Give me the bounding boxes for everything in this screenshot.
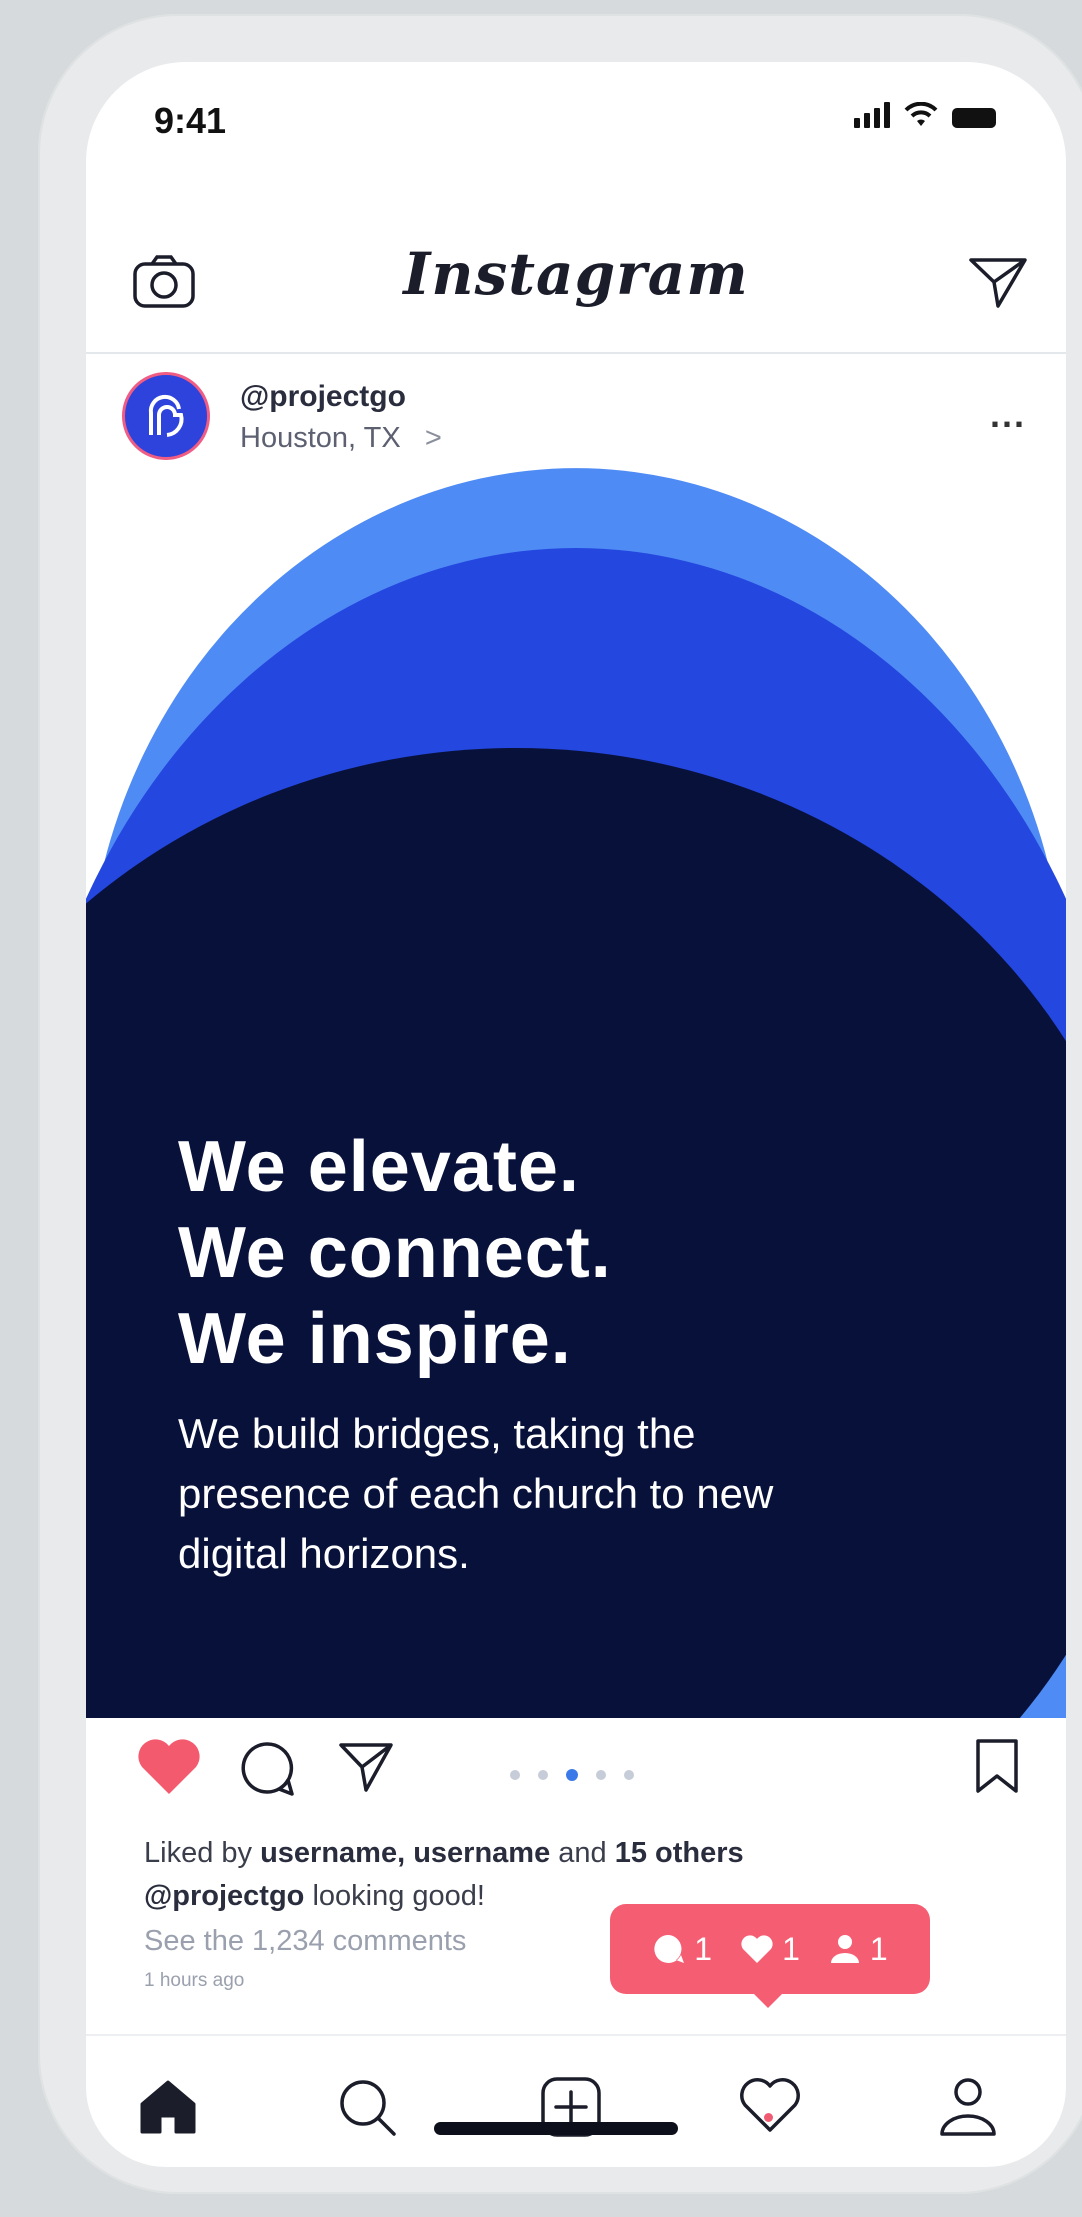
post-header: @projectgo Houston, TX > ... — [86, 354, 1066, 466]
post-location[interactable]: Houston, TX > — [240, 422, 442, 455]
carousel-indicator — [510, 1769, 634, 1781]
heart-outline-icon[interactable] — [738, 2076, 802, 2134]
likes-others: 15 others — [614, 1837, 744, 1869]
caption-handle[interactable]: @projectgo — [144, 1880, 304, 1912]
wifi-icon — [904, 102, 938, 126]
notif-likes: 1 — [740, 1931, 800, 1968]
heart-filled-icon[interactable] — [136, 1736, 202, 1796]
likes-prefix: Liked by — [144, 1837, 261, 1869]
post-image[interactable]: We elevate. We connect. We inspire. We b… — [86, 468, 1066, 1718]
comment-icon[interactable] — [238, 1740, 296, 1798]
post-author-handle[interactable]: @projectgo — [240, 380, 406, 414]
user-filled-icon — [830, 1935, 859, 1963]
avatar[interactable] — [122, 372, 210, 460]
status-icons — [854, 102, 996, 128]
post-text-block: We elevate. We connect. We inspire. We b… — [178, 1124, 858, 1584]
activity-notification-bubble[interactable]: 1 1 1 — [610, 1904, 930, 1994]
activity-unread-dot — [764, 2113, 773, 2122]
carousel-dot-active — [566, 1769, 578, 1781]
likes-users: username, username — [260, 1837, 551, 1869]
carousel-dot — [624, 1770, 634, 1780]
post-actions — [86, 1736, 1066, 1816]
carousel-dot — [538, 1770, 548, 1780]
heart-filled-small-icon — [741, 1935, 773, 1963]
app-logo: Instagram — [403, 240, 749, 308]
carousel-dot — [510, 1770, 520, 1780]
bottom-tab-bar — [86, 2034, 1066, 2167]
post-subtext: We build bridges, taking the presence of… — [178, 1410, 774, 1577]
search-icon[interactable] — [336, 2076, 398, 2138]
likes-and: and — [550, 1837, 615, 1869]
location-text: Houston, TX — [240, 422, 401, 454]
share-icon[interactable] — [338, 1740, 394, 1794]
app-header: Instagram — [86, 174, 1066, 354]
home-indicator[interactable] — [434, 2122, 678, 2135]
project-go-logo-icon — [148, 394, 184, 437]
status-time: 9:41 — [154, 100, 227, 141]
headline-line: We elevate. — [178, 1127, 580, 1207]
send-icon[interactable] — [968, 254, 1028, 310]
battery-icon — [952, 108, 996, 128]
home-icon[interactable] — [136, 2076, 200, 2136]
status-bar: 9:41 — [86, 62, 1066, 172]
signal-icon — [854, 102, 890, 128]
bookmark-icon[interactable] — [974, 1738, 1020, 1794]
post-headline: We elevate. We connect. We inspire. — [178, 1124, 858, 1382]
notif-likes-count: 1 — [782, 1930, 800, 1967]
profile-icon[interactable] — [936, 2076, 1000, 2138]
notif-follows-count: 1 — [869, 1930, 888, 1967]
notif-follows: 1 — [828, 1931, 888, 1968]
phone-screen: 9:41 Instagram @projectgo Houston, TX > … — [86, 62, 1066, 2167]
caption-text: looking good! — [304, 1880, 485, 1912]
headline-line: We connect. — [178, 1213, 612, 1293]
chevron-right-icon: > — [424, 422, 442, 454]
likes-summary[interactable]: Liked by username, username and 15 other… — [144, 1837, 1024, 1870]
notif-comments: 1 — [652, 1931, 712, 1968]
comment-filled-icon — [654, 1934, 685, 1963]
carousel-dot — [596, 1770, 606, 1780]
headline-line: We inspire. — [178, 1299, 572, 1379]
notif-comments-count: 1 — [694, 1930, 713, 1967]
notification-pointer — [750, 1990, 786, 2008]
more-options-button[interactable]: ... — [990, 394, 1026, 436]
